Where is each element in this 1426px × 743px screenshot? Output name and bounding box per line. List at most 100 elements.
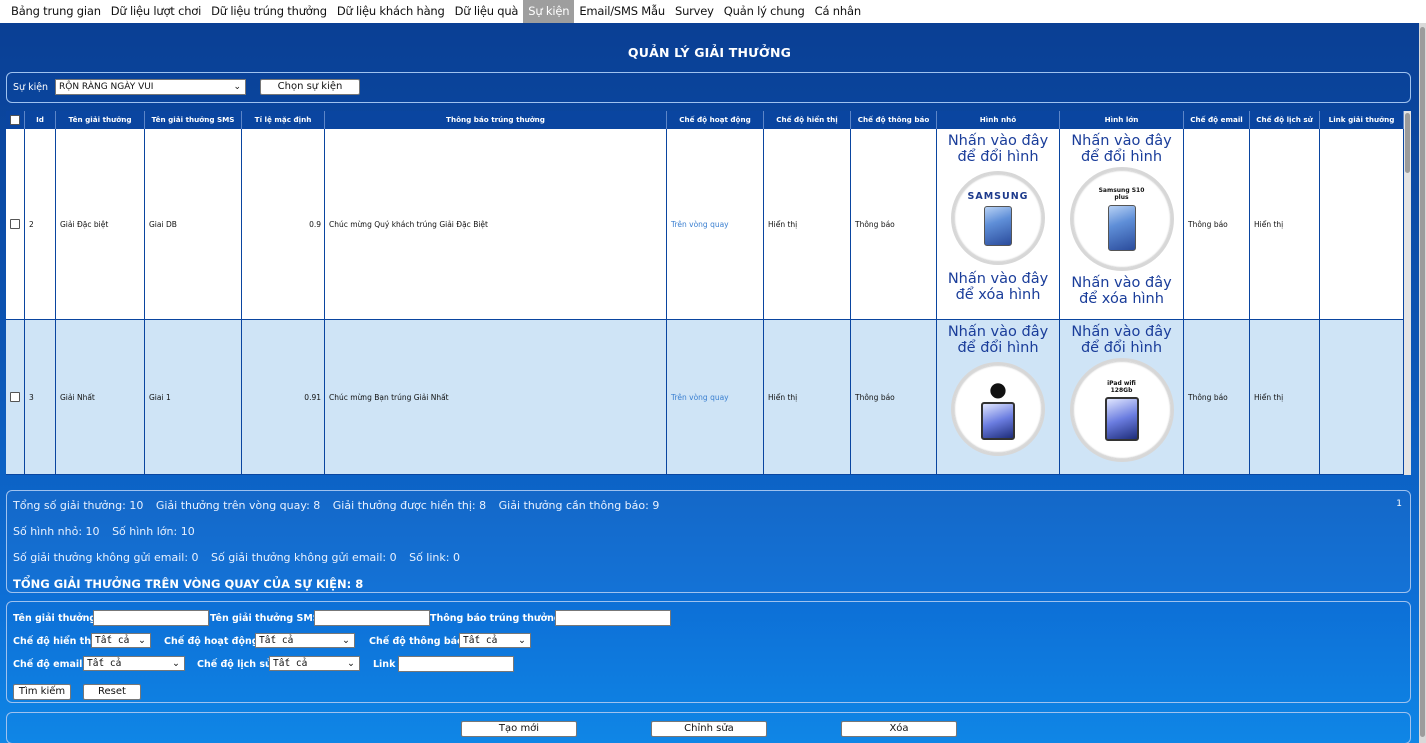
header-select-all[interactable] (6, 111, 25, 129)
header-large-image[interactable]: Hình lớn (1060, 111, 1184, 129)
change-large-image-link[interactable]: Nhấn vào đây để đổi hình (1065, 133, 1179, 165)
row-checkbox[interactable] (6, 320, 25, 474)
stat-no-email-1: Số giải thưởng không gửi email: 0 (13, 551, 199, 564)
cell-history: Hiển thị (1250, 320, 1320, 474)
table-scrollbar-thumb[interactable] (1405, 113, 1410, 173)
nav-item-ca-nhan[interactable]: Cá nhân (810, 0, 866, 23)
stat-wheel-prizes: Giải thưởng trên vòng quay: 8 (155, 499, 321, 512)
change-small-image-link[interactable]: Nhấn vào đây để đổi hình (942, 324, 1055, 356)
header-message[interactable]: Thông báo trúng thưởng (325, 111, 667, 129)
nav-item-su-kien[interactable]: Sự kiện (523, 0, 575, 23)
display-mode-value: Tất cả (95, 635, 130, 646)
tablet-image (981, 401, 1015, 440)
chevron-down-icon: ⌄ (518, 635, 526, 646)
page-title: QUẢN LÝ GIẢI THƯỞNG (627, 45, 792, 60)
large-prize-image[interactable]: iPad wifi 128Gb (1069, 358, 1174, 462)
header-id[interactable]: Id (25, 111, 56, 129)
change-small-image-link[interactable]: Nhấn vào đây để đổi hình (942, 133, 1055, 165)
notify-mode-value: Tất cả (463, 635, 498, 646)
cell-id: 3 (25, 320, 56, 474)
large-prize-image[interactable]: Samsung S10 plus (1069, 167, 1174, 271)
header-sms-name[interactable]: Tên giải thưởng SMS (145, 111, 242, 129)
email-mode-label: Chế độ email (13, 659, 83, 670)
header-history[interactable]: Chế độ lịch sử (1250, 111, 1320, 129)
page-number[interactable]: 1 (1396, 499, 1402, 509)
notify-mode-select[interactable]: Tất cả ⌄ (459, 633, 531, 648)
edit-button[interactable]: Chỉnh sửa (651, 721, 767, 737)
sms-name-input[interactable] (314, 610, 430, 626)
header-prize-name[interactable]: Tên giải thưởng (56, 111, 145, 129)
stat-notify-prizes: Giải thưởng cần thông báo: 9 (498, 499, 660, 512)
nav-item-du-lieu-qua[interactable]: Dữ liệu quà (450, 0, 524, 23)
table-row[interactable]: 2 Giải Đặc biệt Giai DB 0.9 Chúc mừng Qu… (6, 129, 1404, 320)
change-large-image-link[interactable]: Nhấn vào đây để đổi hình (1065, 324, 1179, 356)
choose-event-button[interactable]: Chọn sự kiện (260, 79, 360, 95)
chevron-down-icon: ⌄ (172, 658, 180, 669)
phone-image (984, 205, 1012, 246)
message-input[interactable] (555, 610, 671, 626)
email-mode-value: Tất cả (87, 658, 122, 669)
nav-item-du-lieu-trung-thuong[interactable]: Dữ liệu trúng thưởng (206, 0, 332, 23)
event-select[interactable]: RỘN RÀNG NGÀY VUI ⌄ (55, 79, 246, 95)
reset-button[interactable]: Reset (83, 684, 141, 700)
cell-message: Chúc mừng Bạn trúng Giải Nhất (325, 320, 667, 474)
cell-prize-name: Giải Đặc biệt (56, 129, 145, 319)
cell-notify: Thông báo (851, 320, 937, 474)
create-button[interactable]: Tạo mới (461, 721, 577, 737)
cell-id: 2 (25, 129, 56, 319)
table-row[interactable]: 3 Giải Nhất Giai 1 0.91 Chúc mừng Bạn tr… (6, 320, 1404, 475)
delete-small-image-link[interactable]: Nhấn vào đây để xóa hình (942, 271, 1055, 303)
page-scrollbar-thumb[interactable] (1420, 27, 1425, 737)
cell-rate: 0.9 (242, 129, 325, 319)
header-link[interactable]: Link giải thưởng (1320, 111, 1404, 129)
cell-sms-name: Giai DB (145, 129, 242, 319)
header-mode[interactable]: Chế độ hoạt động (667, 111, 764, 129)
nav-item-bang-trung-gian[interactable]: Bảng trung gian (6, 0, 106, 23)
nav-item-quan-ly-chung[interactable]: Quản lý chung (719, 0, 810, 23)
stats-line-2: Số hình nhỏ: 10 Số hình lớn: 10 (13, 525, 204, 538)
cell-small-image: Nhấn vào đây để đổi hình ● (937, 320, 1060, 474)
header-display[interactable]: Chế độ hiển thị (764, 111, 851, 129)
chevron-down-icon: ⌄ (347, 658, 355, 669)
small-prize-image[interactable]: ● (951, 362, 1045, 456)
cell-mode[interactable]: Trên vòng quay (667, 129, 764, 319)
header-notify[interactable]: Chế độ thông báo (851, 111, 937, 129)
chevron-down-icon: ⌄ (138, 635, 146, 646)
stats-line-3: Số giải thưởng không gửi email: 0 Số giả… (13, 551, 469, 564)
page-scrollbar[interactable] (1419, 23, 1426, 743)
prize-name-input[interactable] (93, 610, 209, 626)
cell-notify: Thông báo (851, 129, 937, 319)
small-prize-image[interactable]: SAMSUNG (951, 171, 1045, 265)
search-button[interactable]: Tìm kiếm (13, 684, 71, 700)
link-input[interactable] (398, 656, 514, 672)
active-mode-select[interactable]: Tất cả ⌄ (255, 633, 355, 648)
cell-mode[interactable]: Trên vòng quay (667, 320, 764, 474)
history-mode-label: Chế độ lịch sử (197, 659, 272, 670)
cell-small-image: Nhấn vào đây để đổi hình SAMSUNG Nhấn và… (937, 129, 1060, 319)
apple-logo-icon: ● (989, 376, 1007, 401)
stat-small-images: Số hình nhỏ: 10 (13, 525, 100, 538)
nav-item-du-lieu-luot-choi[interactable]: Dữ liệu lượt chơi (106, 0, 206, 23)
header-rate[interactable]: Tỉ lệ mặc định (242, 111, 325, 129)
table-scrollbar[interactable] (1404, 111, 1411, 475)
history-mode-select[interactable]: Tất cả ⌄ (269, 656, 360, 671)
action-panel: Tạo mới Chỉnh sửa Xóa (6, 712, 1411, 743)
event-selected-value: RỘN RÀNG NGÀY VUI (59, 82, 154, 92)
nav-item-survey[interactable]: Survey (670, 0, 719, 23)
email-mode-select[interactable]: Tất cả ⌄ (83, 656, 185, 671)
delete-large-image-link[interactable]: Nhấn vào đây để xóa hình (1065, 275, 1179, 307)
active-mode-value: Tất cả (259, 635, 294, 646)
table-header: Id Tên giải thưởng Tên giải thưởng SMS T… (6, 111, 1404, 129)
header-email[interactable]: Chế độ email (1184, 111, 1250, 129)
nav-item-du-lieu-khach-hang[interactable]: Dữ liệu khách hàng (332, 0, 450, 23)
display-mode-select[interactable]: Tất cả ⌄ (91, 633, 151, 648)
cell-large-image: Nhấn vào đây để đổi hình iPad wifi 128Gb (1060, 320, 1184, 474)
row-checkbox[interactable] (6, 129, 25, 319)
header-small-image[interactable]: Hình nhỏ (937, 111, 1060, 129)
nav-item-email-sms-mau[interactable]: Email/SMS Mẫu (574, 0, 670, 23)
cell-message: Chúc mừng Quý khách trúng Giải Đặc Biệt (325, 129, 667, 319)
prize-name-label: Tên giải thưởng (13, 613, 97, 624)
cell-display: Hiển thị (764, 320, 851, 474)
stat-links: Số link: 0 (409, 551, 460, 564)
delete-button[interactable]: Xóa (841, 721, 957, 737)
